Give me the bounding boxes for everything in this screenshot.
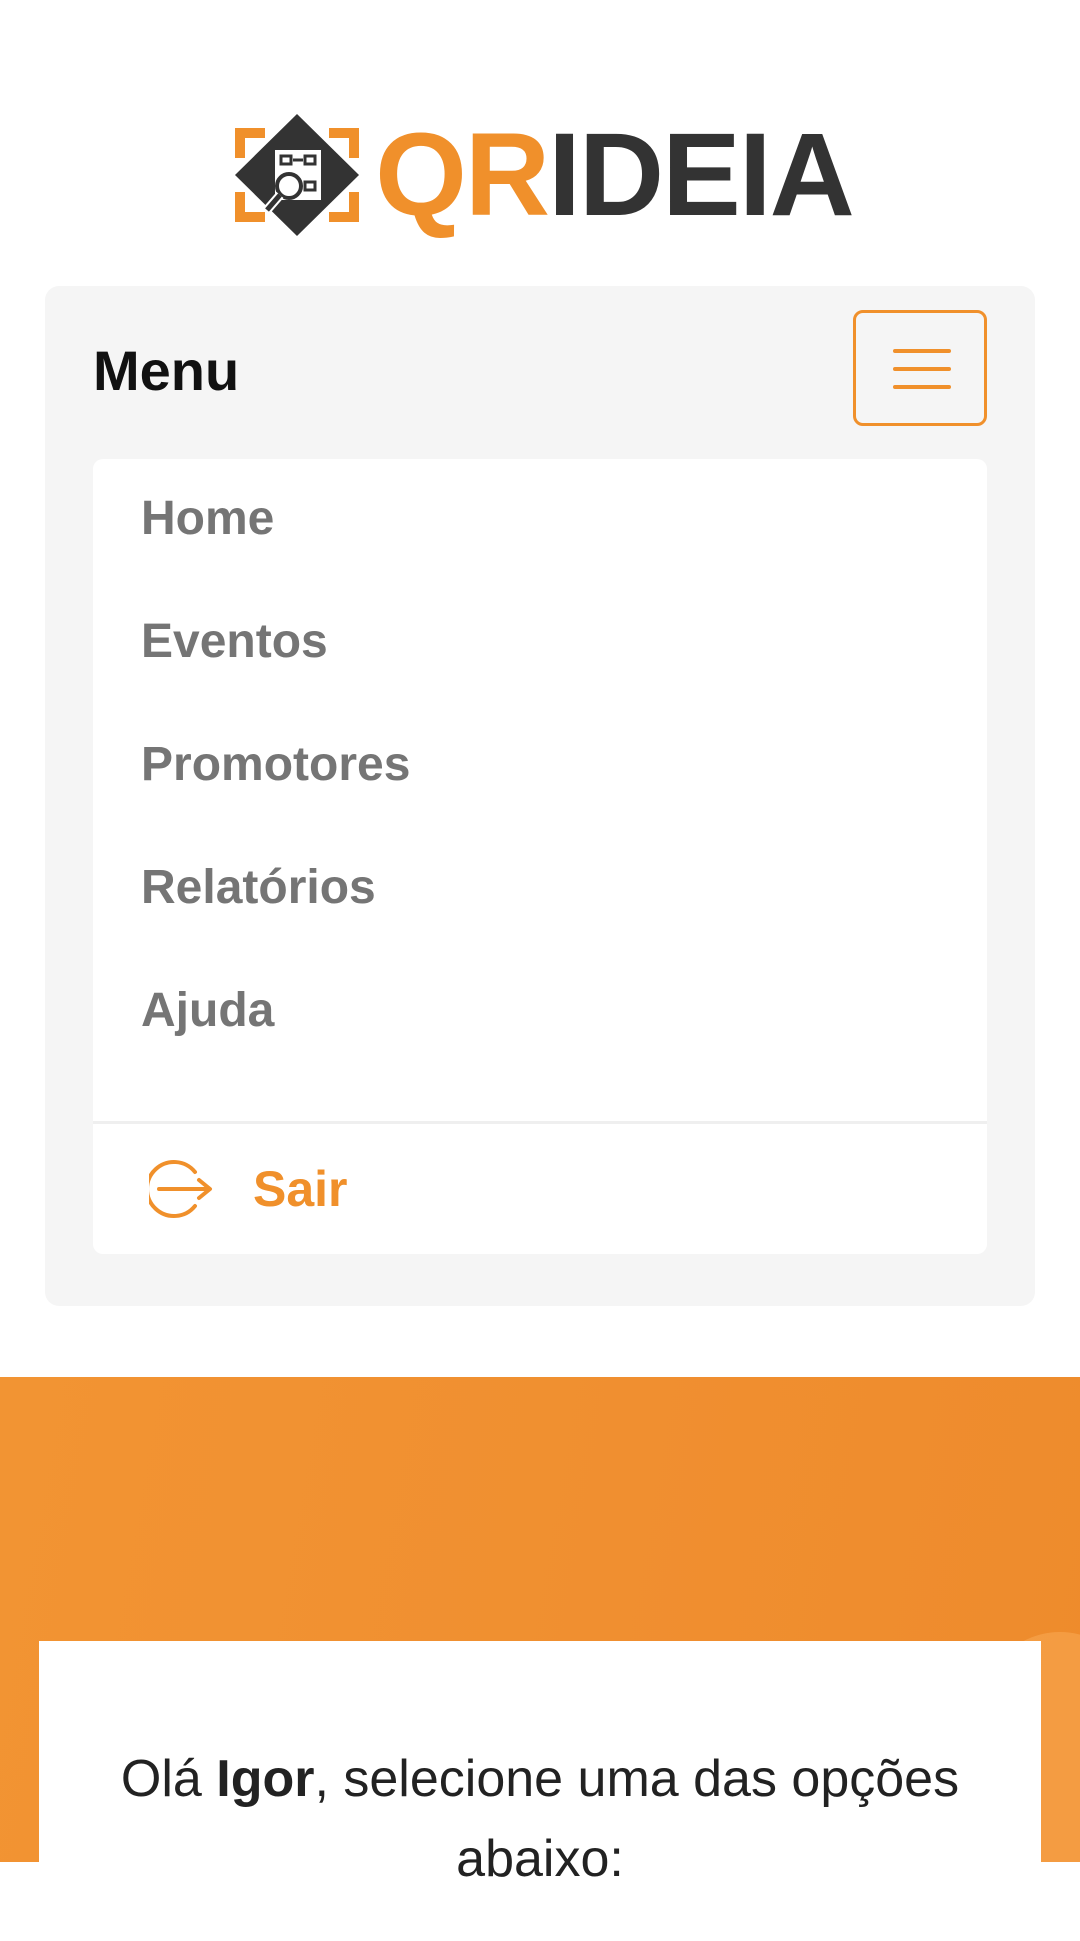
logo-text-qr: QR xyxy=(375,109,550,241)
logout-button[interactable]: Sair xyxy=(149,1154,348,1224)
menu-list: Home Eventos Promotores Relatórios Ajuda… xyxy=(93,459,987,1254)
greeting-card: Olá Igor, selecione uma das opções abaix… xyxy=(39,1641,1041,1941)
logo-wordmark: QRIDEIA xyxy=(375,116,855,234)
menu-title: Menu xyxy=(93,339,240,402)
menu-item-relatorios[interactable]: Relatórios xyxy=(141,860,376,915)
logo-text-ideia: IDEIA xyxy=(548,109,855,241)
greeting-prefix: Olá xyxy=(120,1750,217,1808)
menu-item-ajuda[interactable]: Ajuda xyxy=(141,983,274,1038)
app-logo[interactable]: QRIDEIA xyxy=(0,100,1080,250)
greeting-user-name: Igor xyxy=(216,1750,315,1808)
logout-icon xyxy=(149,1160,212,1218)
greeting-suffix: , selecione uma das opções abaixo: xyxy=(314,1750,960,1888)
qr-magnifier-logo-icon xyxy=(235,114,360,236)
menu-divider xyxy=(93,1121,987,1124)
menu-item-home[interactable]: Home xyxy=(141,491,274,546)
menu-item-eventos[interactable]: Eventos xyxy=(141,614,328,669)
menu-toggle-button[interactable] xyxy=(853,310,987,426)
menu-item-promotores[interactable]: Promotores xyxy=(141,737,410,792)
menu-panel: Menu Home Eventos Promotores Relatórios … xyxy=(45,286,1035,1306)
greeting-text: Olá Igor, selecione uma das opções abaix… xyxy=(119,1739,961,1899)
logout-label: Sair xyxy=(253,1161,348,1217)
